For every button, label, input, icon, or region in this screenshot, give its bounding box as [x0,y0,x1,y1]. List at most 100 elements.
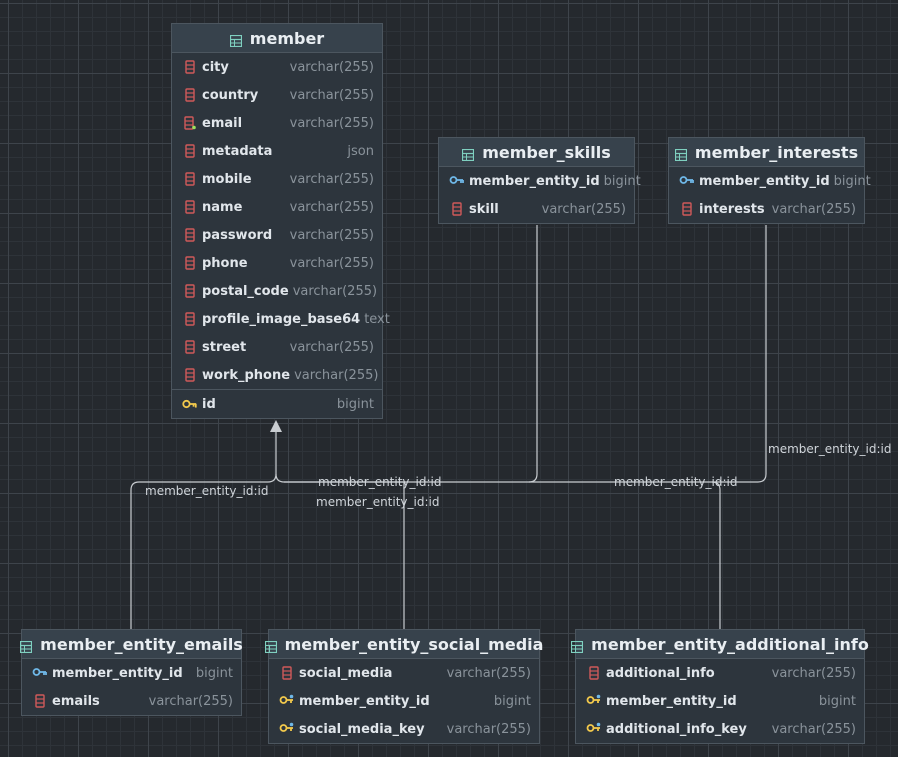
column-row-social-media-key[interactable]: social_media_key varchar(255) [269,715,539,743]
relation-line-interests [712,225,767,483]
column-type: bigint [493,693,531,709]
column-type: varchar(255) [289,227,374,243]
table-member-entity-social-media[interactable]: member_entity_social_media social_media v… [264,629,543,744]
column-row-work-phone[interactable]: work_phone varchar(255) [172,361,382,389]
diagram-canvas[interactable]: member_entity_id:id member_entity_id:id … [0,0,898,757]
column-row-metadata[interactable]: metadata json [172,137,382,165]
column-type: varchar(255) [289,59,374,75]
column-row-member-entity-id[interactable]: member_entity_id bigint [669,167,871,195]
composite-key-icon [279,722,295,736]
column-row-profile-image-base64[interactable]: profile_image_base64 text [172,305,390,333]
column-type: bigint [336,396,374,412]
column-name: member_entity_id [52,665,183,681]
column-name: country [202,87,259,103]
column-row-mobile[interactable]: mobile varchar(255) [172,165,382,193]
column-type: varchar(255) [148,693,233,709]
table-member[interactable]: member city varchar(255) country varchar(25… [171,23,390,419]
relation-label-skills: member_entity_id:id [318,475,442,489]
column-icon [449,202,465,216]
column-type: varchar(255) [289,171,374,187]
column-name: name [202,199,243,215]
column-icon [182,368,198,382]
table-header[interactable]: member_interests [669,138,864,167]
table-title: member [249,28,325,48]
column-type: bigint [603,173,641,189]
column-name: work_phone [202,367,291,383]
column-row-country[interactable]: country varchar(255) [172,81,382,109]
column-icon [182,200,198,214]
table-title: member_interests [694,142,859,162]
column-type: varchar(255) [294,367,379,383]
relation-line-additional-info [529,481,721,630]
foreign-key-icon [32,666,48,680]
table-header[interactable]: member_entity_social_media [264,630,543,659]
relation-label-emails: member_entity_id:id [145,484,269,498]
column-row-skill[interactable]: skill varchar(255) [439,195,634,223]
table-member-skills[interactable]: member_skills member_entity_id bigint skil… [438,137,641,224]
column-icon [182,312,198,326]
column-type: varchar(255) [289,255,374,271]
column-row-interests[interactable]: interests varchar(255) [669,195,864,223]
column-name: mobile [202,171,252,187]
column-name: phone [202,255,248,271]
composite-key-icon [279,694,295,708]
table-header[interactable]: member_entity_emails [20,630,243,659]
column-name: additional_info_key [606,721,747,737]
column-row-member-entity-id[interactable]: member_entity_id bigint [576,687,864,715]
column-name: password [202,227,273,243]
table-title: member_entity_social_media [284,634,544,654]
column-row-phone[interactable]: phone varchar(255) [172,249,382,277]
column-type: varchar(255) [446,665,531,681]
column-type: varchar(255) [289,199,374,215]
column-type: varchar(255) [289,339,374,355]
column-icon [679,202,695,216]
column-row-member-entity-id[interactable]: member_entity_id bigint [269,687,539,715]
relation-label-interests: member_entity_id:id [768,442,892,456]
column-row-additional-info[interactable]: additional_info varchar(255) [576,659,864,687]
column-row-member-entity-id[interactable]: member_entity_id bigint [22,659,241,687]
column-name: member_entity_id [606,693,737,709]
column-icon [182,284,198,298]
table-member-entity-emails[interactable]: member_entity_emails member_entity_id big… [20,629,243,716]
column-type: varchar(255) [289,115,374,131]
column-row-member-entity-id[interactable]: member_entity_id bigint [439,167,641,195]
column-row-postal-code[interactable]: postal_code varchar(255) [172,277,382,305]
column-type: varchar(255) [771,201,856,217]
column-name: profile_image_base64 [202,311,361,327]
column-icon [586,666,602,680]
table-title: member_skills [482,142,611,162]
column-row-email[interactable]: email varchar(255) [172,109,382,137]
column-row-password[interactable]: password varchar(255) [172,221,382,249]
column-row-social-media[interactable]: social_media varchar(255) [269,659,539,687]
table-icon [674,146,687,162]
column-name: social_media [299,665,393,681]
table-icon [264,638,277,654]
table-member-entity-additional-info[interactable]: member_entity_additional_info additional… [571,629,869,744]
table-header[interactable]: member_entity_additional_info [571,630,869,659]
column-type: varchar(255) [541,201,626,217]
column-name: email [202,115,243,131]
column-type: json [347,143,374,159]
column-row-city[interactable]: city varchar(255) [172,53,382,81]
composite-key-icon [586,694,602,708]
column-type: varchar(255) [292,283,378,299]
column-type: text [364,311,390,327]
column-row-name[interactable]: name varchar(255) [172,193,382,221]
table-header[interactable]: member_skills [439,138,634,167]
column-row-key-id[interactable]: id bigint [172,390,382,418]
column-row-street[interactable]: street varchar(255) [172,333,382,361]
column-type: bigint [833,173,871,189]
column-row-emails[interactable]: emails varchar(255) [22,687,241,715]
column-type: bigint [195,665,233,681]
column-row-additional-info-key[interactable]: additional_info_key varchar(255) [576,715,864,743]
column-name: member_entity_id [699,173,830,189]
table-title: member_entity_emails [40,634,243,654]
column-name: id [202,396,216,412]
column-name: emails [52,693,100,709]
column-icon [32,694,48,708]
table-header[interactable]: member [172,24,382,53]
column-icon [182,88,198,102]
column-name: postal_code [202,283,289,299]
column-name: city [202,59,229,75]
table-member-interests[interactable]: member_interests member_entity_id bigint i… [668,137,871,224]
